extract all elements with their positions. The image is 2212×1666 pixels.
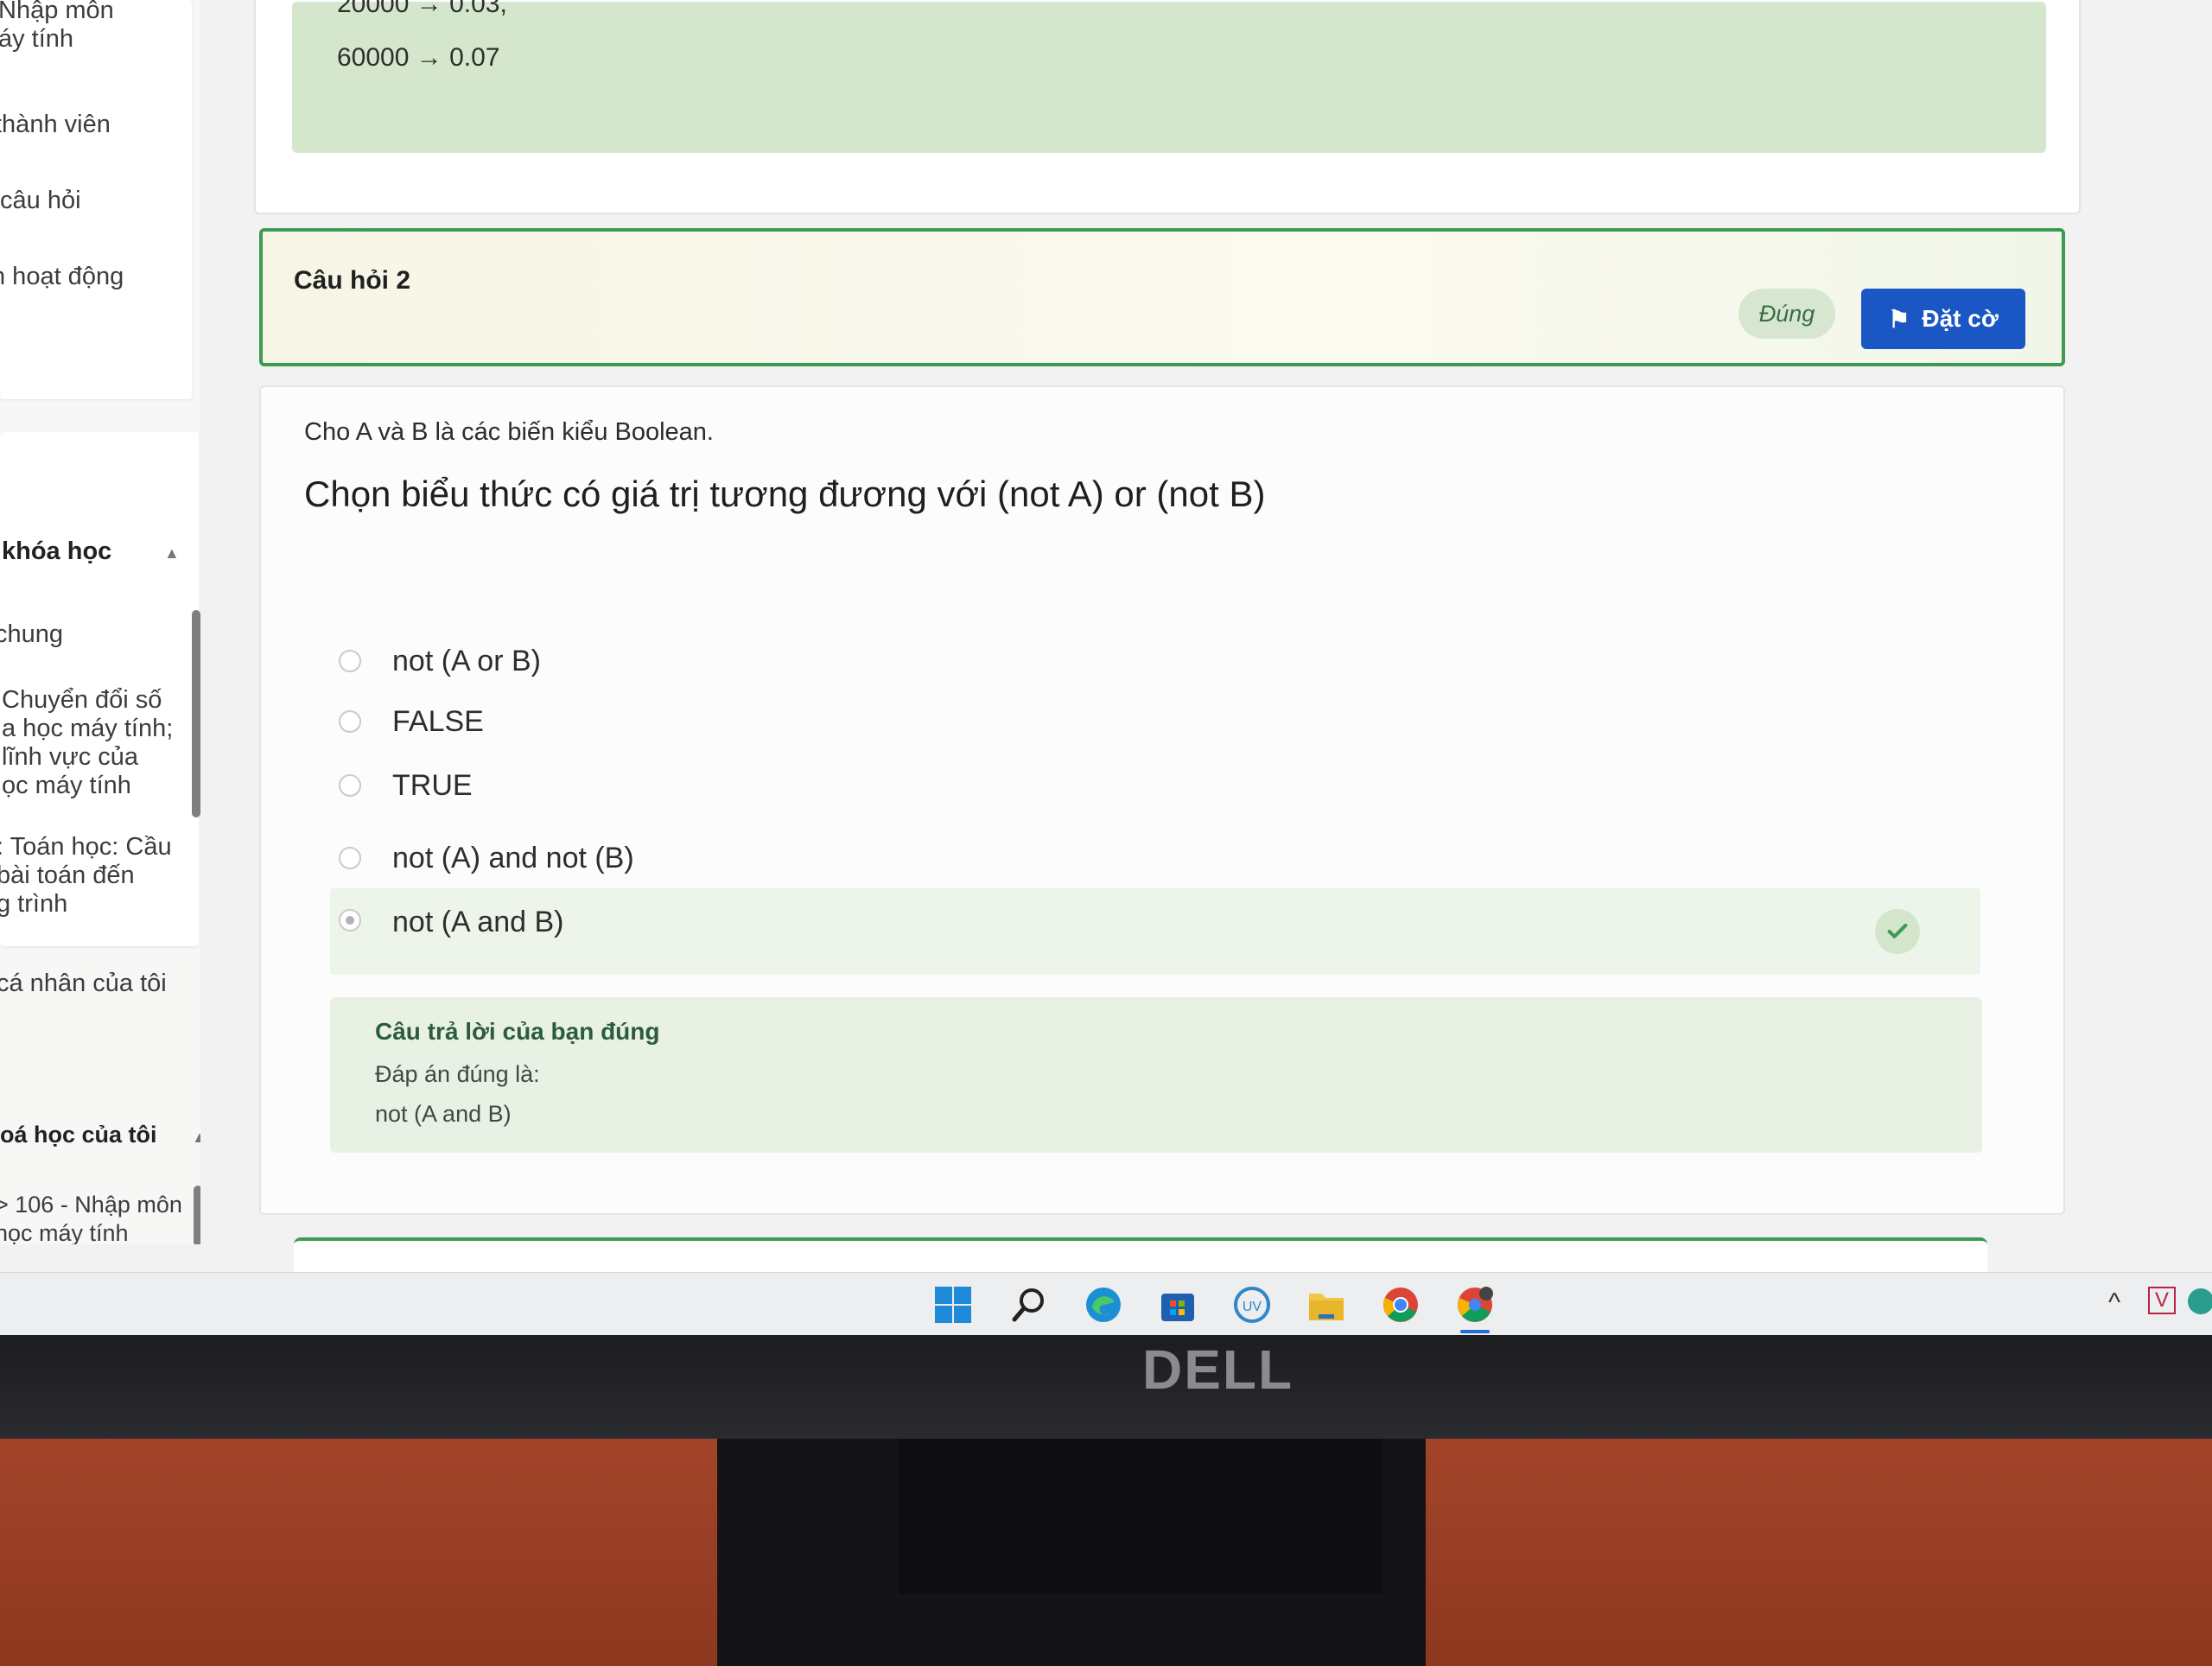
sidebar-course-title[interactable]: Nhập môn áy tính	[0, 0, 114, 54]
answer-option-label[interactable]: TRUE	[392, 769, 473, 803]
previous-feedback-line: 20000 → 0.03,	[337, 0, 507, 18]
next-question-card	[294, 1237, 1987, 1275]
chrome-icon[interactable]	[1381, 1285, 1421, 1325]
search-icon[interactable]	[1009, 1285, 1049, 1325]
file-explorer-icon[interactable]	[1306, 1285, 1346, 1325]
sidebar-personal-item[interactable]: cá nhân của tôi	[0, 970, 167, 998]
sidebar-scrollbar[interactable]	[192, 610, 200, 817]
feedback-correct-label: Đáp án đúng là:	[375, 1061, 540, 1087]
windows-start-icon[interactable]	[933, 1285, 973, 1325]
answer-option-label[interactable]: not (A and B)	[392, 906, 563, 939]
monitor-bezel	[0, 1335, 2212, 1439]
vietkey-icon[interactable]: V	[2148, 1287, 2176, 1314]
sidebar-item-activities[interactable]: h hoạt động	[0, 263, 124, 291]
answer-option-label[interactable]: FALSE	[392, 705, 484, 739]
ultraviewer-icon[interactable]: UV	[1232, 1285, 1272, 1325]
radio-button[interactable]	[339, 774, 361, 797]
flag-icon: ⚑	[1888, 305, 1910, 333]
network-icon[interactable]	[2188, 1288, 2212, 1314]
sidebar-my-course-item[interactable]: > 106 - Nhập môn học máy tính	[0, 1191, 182, 1244]
flag-button-label: Đặt cờ	[1922, 305, 1999, 332]
answer-option-label[interactable]: not (A or B)	[392, 645, 541, 678]
radio-button[interactable]	[339, 847, 361, 869]
question-info-card: Câu hỏi 2 Đúng ⚑ Đặt cờ	[259, 228, 2065, 366]
sidebar-my-courses-header[interactable]: oá học của tôi	[0, 1122, 157, 1148]
correct-check-icon	[1875, 909, 1920, 954]
previous-feedback-line: 60000 → 0.07	[337, 43, 500, 72]
question-title: Câu hỏi 2	[294, 266, 411, 295]
edge-icon[interactable]	[1084, 1285, 1123, 1325]
answer-feedback: Câu trả lời của bạn đúng Đáp án đúng là:…	[330, 997, 1982, 1153]
answer-option[interactable]: TRUE	[339, 762, 2024, 814]
sidebar-course-header[interactable]: khóa học	[2, 537, 111, 566]
store-icon[interactable]	[1158, 1285, 1198, 1325]
sidebar-course-item-2[interactable]: : Toán học: Cầu bài toán đến g trình	[0, 833, 172, 919]
sidebar-course-item-1[interactable]: Chuyển đổi số a học máy tính; lĩnh vực c…	[2, 686, 173, 800]
previous-question-card: 20000 → 0.03, 60000 → 0.07	[254, 0, 2081, 214]
answer-option-selected[interactable]: not (A and B)	[330, 888, 1980, 975]
tray-chevron-up-icon[interactable]: ^	[2108, 1288, 2120, 1318]
feedback-correct-answer: not (A and B)	[375, 1101, 512, 1127]
answer-option-label[interactable]: not (A) and not (B)	[392, 842, 634, 875]
sidebar: Nhập môn áy tính thành viên câu hỏi h ho…	[0, 0, 200, 1244]
sidebar-item-questions[interactable]: câu hỏi	[0, 187, 81, 215]
radio-button[interactable]	[339, 710, 361, 733]
monitor-screen: Nhập môn áy tính thành viên câu hỏi h ho…	[0, 0, 2212, 1335]
feedback-title: Câu trả lời của bạn đúng	[375, 1018, 660, 1045]
collapse-chevron-icon[interactable]: ▲	[164, 544, 180, 563]
answer-option[interactable]: not (A or B)	[339, 638, 2024, 690]
sidebar-item-participants[interactable]: thành viên	[0, 111, 111, 139]
question-text: Chọn biểu thức có giá trị tương đương vớ…	[304, 474, 1266, 514]
sidebar-course-index: khóa học ▲ chung Chuyển đổi số a học máy…	[0, 432, 200, 946]
radio-button-checked[interactable]	[339, 909, 361, 932]
collapse-chevron-icon[interactable]: ▲	[192, 1129, 200, 1147]
sidebar-nav-card: Nhập môn áy tính thành viên câu hỏi h ho…	[0, 0, 192, 399]
svg-text:UV: UV	[1243, 1300, 1262, 1314]
answer-option[interactable]: FALSE	[339, 698, 2024, 750]
taskbar: UV ^ V	[0, 1272, 2212, 1335]
sidebar-course-item-general[interactable]: chung	[0, 620, 63, 649]
chrome-profile-icon[interactable]	[1455, 1285, 1495, 1333]
monitor-stand-neck	[899, 1439, 1382, 1594]
question-content-card: Cho A và B là các biến kiểu Boolean. Chọ…	[259, 385, 2065, 1215]
answer-option[interactable]: not (A) and not (B)	[339, 835, 2024, 887]
monitor-brand-logo: DELL	[1142, 1339, 1294, 1401]
flag-question-button[interactable]: ⚑ Đặt cờ	[1861, 289, 2025, 349]
active-app-indicator	[1460, 1330, 1490, 1333]
question-intro: Cho A và B là các biến kiểu Boolean.	[304, 418, 714, 446]
previous-feedback: 20000 → 0.03, 60000 → 0.07	[292, 0, 2046, 153]
sidebar-scrollbar[interactable]	[194, 1186, 200, 1244]
radio-button[interactable]	[339, 650, 361, 672]
status-badge: Đúng	[1738, 289, 1835, 339]
